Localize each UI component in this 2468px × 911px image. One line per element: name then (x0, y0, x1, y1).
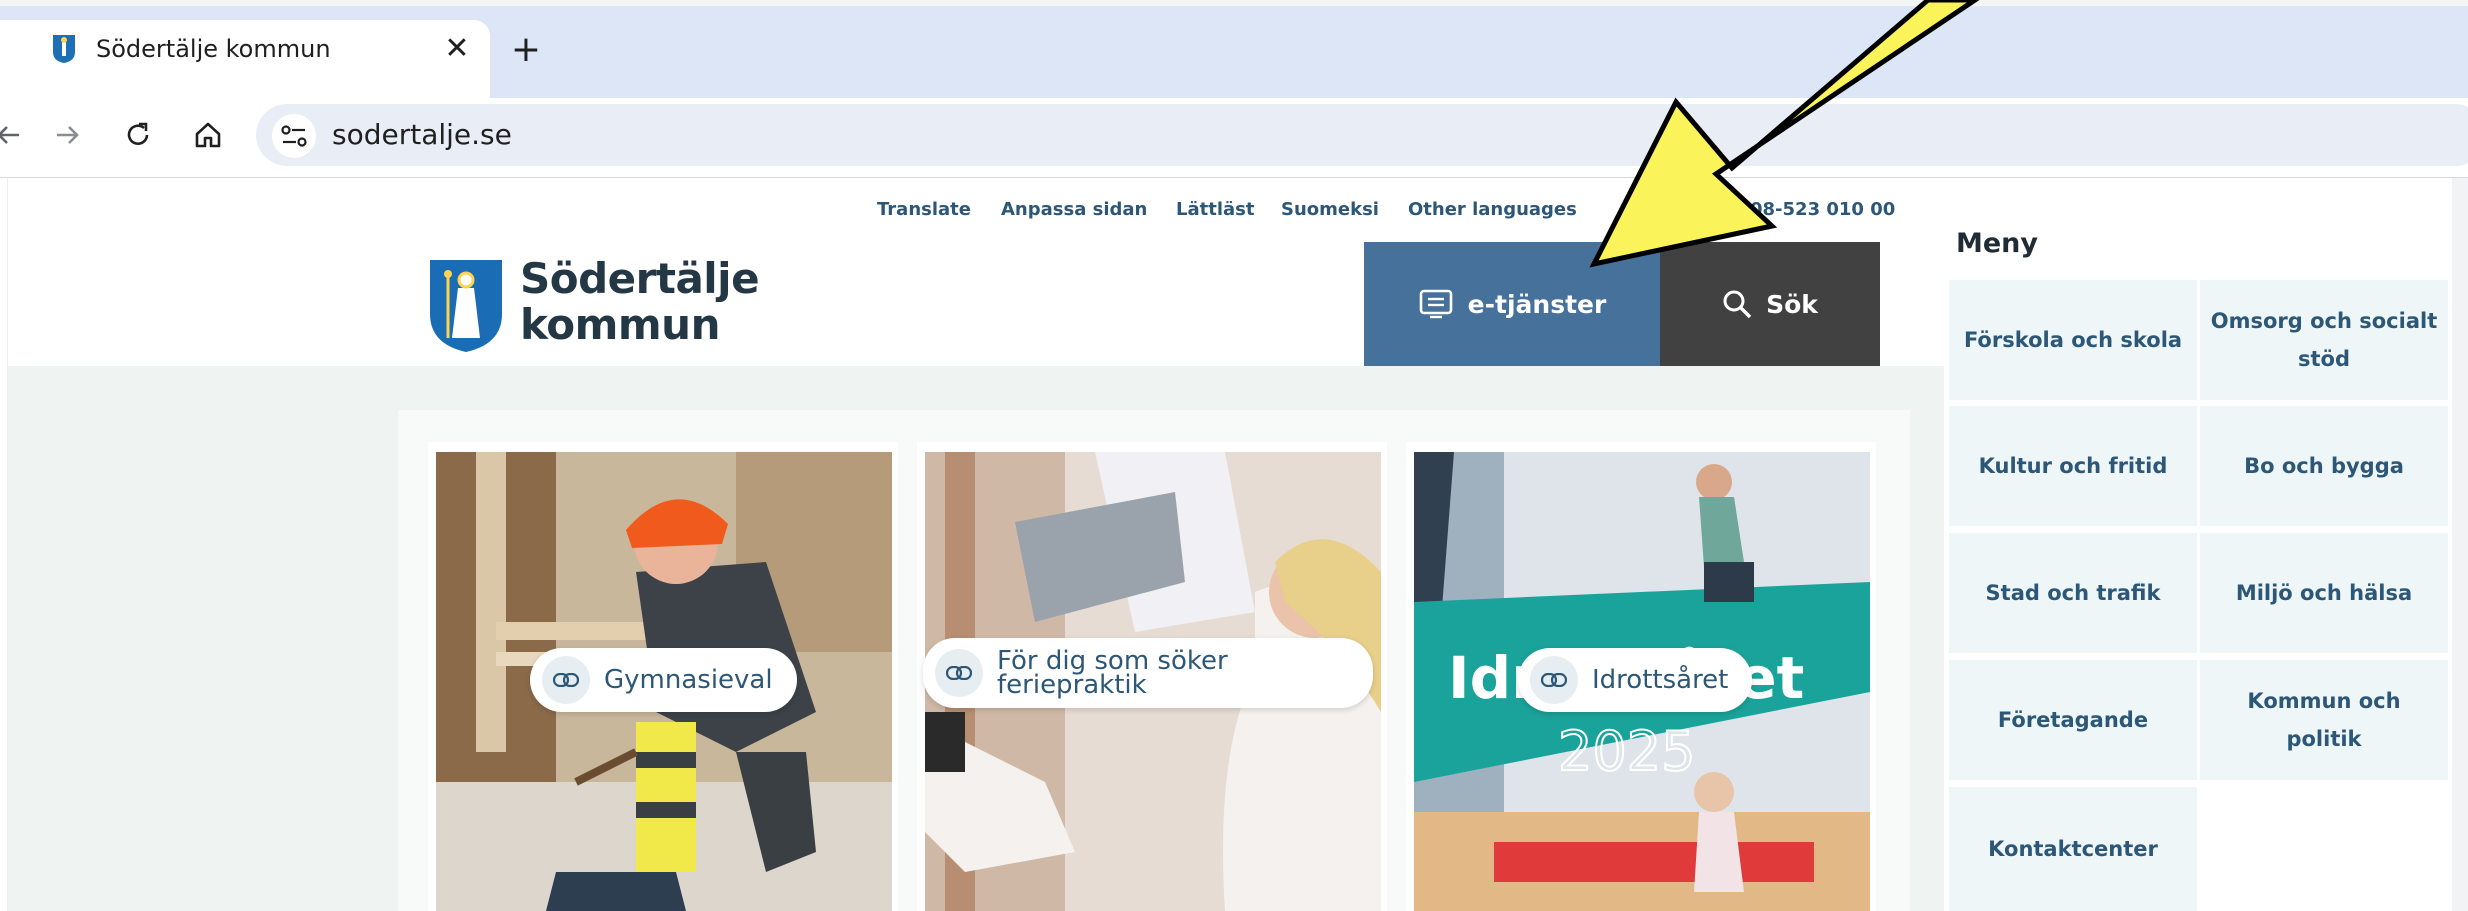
municipality-crest-icon[interactable] (428, 258, 504, 354)
other-languages-link[interactable]: Other languages (1408, 198, 1577, 222)
card-label: Idrottsåret (1592, 665, 1729, 695)
translate-link[interactable]: Translate (877, 198, 971, 222)
suomeksi-link[interactable]: Suomeksi (1281, 198, 1379, 222)
search-button[interactable]: Sök (1660, 242, 1880, 366)
menu-item-foretagande[interactable]: Företagande (1949, 660, 2197, 780)
card-label: För dig som söker feriepraktik (997, 648, 1228, 700)
featured-card-gymnasieval[interactable]: Gymnasieval (428, 442, 898, 911)
card-link-pill[interactable]: Gymnasieval (530, 648, 797, 712)
featured-card-feriepraktik[interactable]: För dig som söker feriepraktik (917, 442, 1387, 911)
menu-heading: Meny (1956, 228, 2039, 259)
menu-item-miljo-och-halsa[interactable]: Miljö och hälsa (2200, 533, 2448, 653)
menu-item-omsorg-och-socialt-stod[interactable]: Omsorg och socialt stöd (2200, 280, 2448, 400)
menu-item-kultur-och-fritid[interactable]: Kultur och fritid (1949, 406, 2197, 526)
site-info-tune-icon[interactable] (272, 114, 316, 158)
e-services-button[interactable]: e-tjänster (1364, 242, 1660, 366)
logo-line-1: Södertälje (520, 254, 760, 303)
page-left-edge (0, 178, 8, 911)
menu-scrollbar-track[interactable] (2452, 178, 2468, 911)
forward-icon[interactable] (46, 113, 90, 157)
anpassa-sidan-link[interactable]: Anpassa sidan (1001, 198, 1147, 222)
site-favicon-icon (53, 35, 75, 63)
window-top-edge (0, 0, 2468, 6)
menu-item-bo-och-bygga[interactable]: Bo och bygga (2200, 406, 2448, 526)
menu-item-stad-och-trafik[interactable]: Stad och trafik (1949, 533, 2197, 653)
search-icon (1723, 290, 1752, 319)
link-icon (935, 649, 983, 697)
card-label: Gymnasieval (604, 665, 773, 695)
e-services-label: e-tjänster (1467, 289, 1607, 319)
logo-line-2: kommun (520, 300, 721, 349)
tab-close-icon[interactable]: ✕ (438, 30, 476, 68)
lattlast-link[interactable]: Lättläst (1176, 198, 1254, 222)
phone-number[interactable]: 08-523 010 00 (1750, 198, 1895, 222)
back-icon[interactable] (0, 113, 30, 157)
image-text-year: 2025 (1558, 720, 1695, 782)
home-icon[interactable] (186, 113, 230, 157)
card-label-line-2: feriepraktik (997, 670, 1147, 700)
card-link-pill[interactable]: Idrottsåret (1518, 648, 1753, 712)
tab-title: Södertälje kommun (96, 35, 331, 63)
search-label: Sök (1766, 289, 1818, 319)
menu-item-kommun-och-politik[interactable]: Kommun och politik (2200, 660, 2448, 780)
featured-card-idrottsaret[interactable]: Idrottsåret 2025 Idrottsåret (1406, 442, 1876, 911)
reload-icon[interactable] (116, 113, 160, 157)
url-text[interactable]: sodertalje.se (332, 118, 512, 152)
menu-item-kontaktcenter[interactable]: Kontaktcenter (1949, 787, 2197, 911)
link-icon (542, 656, 590, 704)
card-link-pill[interactable]: För dig som söker feriepraktik (923, 638, 1373, 708)
link-icon (1530, 656, 1578, 704)
menu-item-forskola-och-skola[interactable]: Förskola och skola (1949, 280, 2197, 400)
site-logo-text[interactable]: Södertälje kommun (520, 254, 760, 349)
new-tab-button[interactable]: + (504, 28, 548, 72)
address-bar[interactable] (256, 104, 2468, 166)
e-services-icon (1419, 289, 1452, 319)
